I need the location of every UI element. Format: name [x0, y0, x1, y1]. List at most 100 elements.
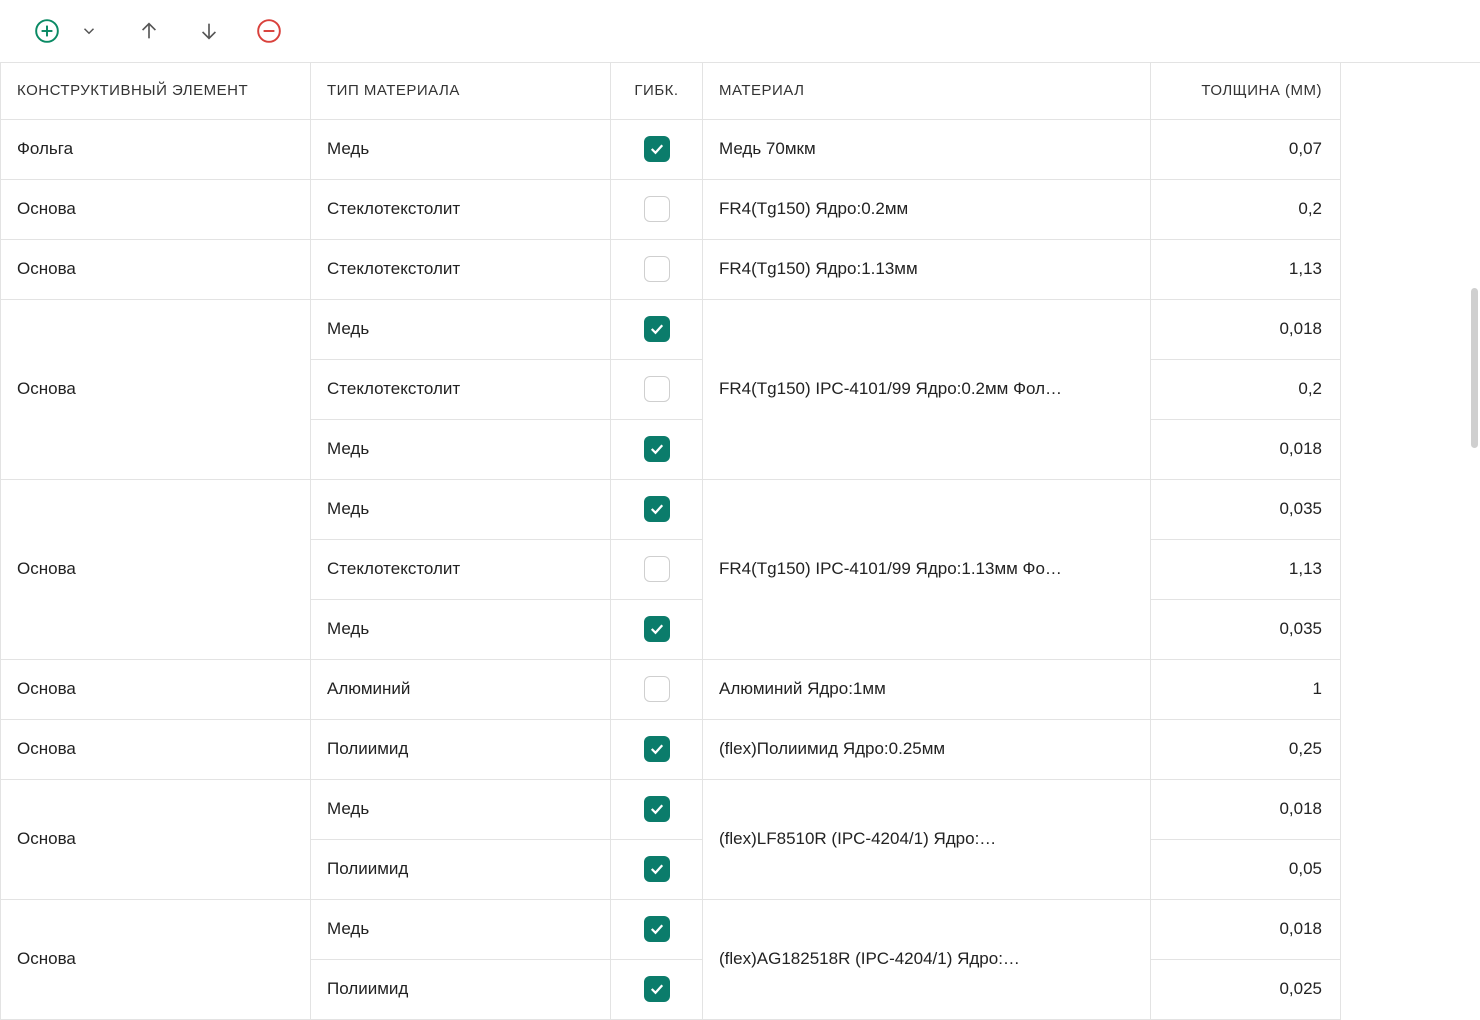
cell-material[interactable]: (flex)LF8510R (IPC-4204/1) Ядро:… — [703, 779, 1151, 899]
cell-type[interactable]: Медь — [311, 599, 611, 659]
cell-thickness[interactable]: 0,018 — [1151, 419, 1341, 479]
checkbox-unchecked-icon[interactable] — [644, 676, 670, 702]
cell-material[interactable]: FR4(Tg150) Ядро:0.2мм — [703, 179, 1151, 239]
cell-material[interactable]: (flex)Полиимид Ядро:0.25мм — [703, 719, 1151, 779]
scrollbar-thumb[interactable] — [1471, 288, 1478, 448]
cell-type[interactable]: Стеклотекстолит — [311, 359, 611, 419]
cell-flex[interactable] — [611, 239, 703, 299]
cell-thickness[interactable]: 0,2 — [1151, 359, 1341, 419]
checkbox-unchecked-icon[interactable] — [644, 376, 670, 402]
col-header-element[interactable]: КОНСТРУКТИВНЫЙ ЭЛЕМЕНТ — [1, 63, 311, 119]
cell-element[interactable]: Основа — [1, 659, 311, 719]
arrow-up-icon[interactable] — [134, 16, 164, 46]
cell-type[interactable]: Медь — [311, 419, 611, 479]
col-header-material[interactable]: МАТЕРИАЛ — [703, 63, 1151, 119]
table-row[interactable]: ФольгаМедь Медь 70мкм0,07 — [1, 119, 1341, 179]
checkbox-unchecked-icon[interactable] — [644, 196, 670, 222]
cell-thickness[interactable]: 0,2 — [1151, 179, 1341, 239]
checkbox-checked-icon[interactable] — [644, 316, 670, 342]
cell-thickness[interactable]: 0,018 — [1151, 899, 1341, 959]
table-row[interactable]: ОсноваМедь(flex)AG182518R (IPC-4204/1) Я… — [1, 899, 1341, 959]
cell-flex[interactable] — [611, 719, 703, 779]
cell-material[interactable]: FR4(Tg150) IPC-4101/99 Ядро:1.13мм Фо… — [703, 479, 1151, 659]
cell-element[interactable]: Основа — [1, 239, 311, 299]
cell-type[interactable]: Медь — [311, 779, 611, 839]
col-header-flex[interactable]: ГИБК. — [611, 63, 703, 119]
arrow-down-icon[interactable] — [194, 16, 224, 46]
cell-flex[interactable] — [611, 419, 703, 479]
cell-material[interactable]: Медь 70мкм — [703, 119, 1151, 179]
cell-type[interactable]: Полиимид — [311, 839, 611, 899]
cell-thickness[interactable]: 0,025 — [1151, 959, 1341, 1019]
cell-thickness[interactable]: 1 — [1151, 659, 1341, 719]
col-header-thickness[interactable]: ТОЛЩИНА (ММ) — [1151, 63, 1341, 119]
cell-flex[interactable] — [611, 479, 703, 539]
checkbox-checked-icon[interactable] — [644, 736, 670, 762]
cell-flex[interactable] — [611, 299, 703, 359]
cell-flex[interactable] — [611, 899, 703, 959]
cell-type[interactable]: Медь — [311, 899, 611, 959]
table-row[interactable]: ОсноваСтеклотекстолит FR4(Tg150) Ядро:1.1… — [1, 239, 1341, 299]
checkbox-checked-icon[interactable] — [644, 916, 670, 942]
checkbox-checked-icon[interactable] — [644, 796, 670, 822]
cell-thickness[interactable]: 0,25 — [1151, 719, 1341, 779]
cell-type[interactable]: Медь — [311, 299, 611, 359]
checkbox-unchecked-icon[interactable] — [644, 556, 670, 582]
cell-element[interactable]: Фольга — [1, 119, 311, 179]
cell-thickness[interactable]: 0,05 — [1151, 839, 1341, 899]
cell-flex[interactable] — [611, 179, 703, 239]
cell-thickness[interactable]: 0,035 — [1151, 479, 1341, 539]
cell-type[interactable]: Медь — [311, 479, 611, 539]
cell-thickness[interactable]: 1,13 — [1151, 239, 1341, 299]
cell-flex[interactable] — [611, 359, 703, 419]
chevron-down-icon[interactable] — [74, 16, 104, 46]
checkbox-checked-icon[interactable] — [644, 496, 670, 522]
checkbox-checked-icon[interactable] — [644, 616, 670, 642]
cell-type[interactable]: Стеклотекстолит — [311, 539, 611, 599]
checkbox-checked-icon[interactable] — [644, 436, 670, 462]
cell-type[interactable]: Стеклотекстолит — [311, 239, 611, 299]
add-icon[interactable] — [32, 16, 62, 46]
cell-flex[interactable] — [611, 959, 703, 1019]
cell-element[interactable]: Основа — [1, 899, 311, 1019]
cell-type[interactable]: Алюминий — [311, 659, 611, 719]
remove-icon[interactable] — [254, 16, 284, 46]
cell-flex[interactable] — [611, 599, 703, 659]
toolbar — [0, 0, 1480, 62]
cell-thickness[interactable]: 0,07 — [1151, 119, 1341, 179]
cell-flex[interactable] — [611, 119, 703, 179]
cell-element[interactable]: Основа — [1, 299, 311, 479]
cell-element[interactable]: Основа — [1, 719, 311, 779]
checkbox-checked-icon[interactable] — [644, 136, 670, 162]
cell-flex[interactable] — [611, 839, 703, 899]
cell-type[interactable]: Медь — [311, 119, 611, 179]
checkbox-checked-icon[interactable] — [644, 856, 670, 882]
table-row[interactable]: ОсноваМедь(flex)LF8510R (IPC-4204/1) Ядр… — [1, 779, 1341, 839]
cell-material[interactable]: Алюминий Ядро:1мм — [703, 659, 1151, 719]
table-row[interactable]: ОсноваМедьFR4(Tg150) IPC-4101/99 Ядро:1.… — [1, 479, 1341, 539]
cell-material[interactable]: (flex)AG182518R (IPC-4204/1) Ядро:… — [703, 899, 1151, 1019]
cell-type[interactable]: Стеклотекстолит — [311, 179, 611, 239]
checkbox-checked-icon[interactable] — [644, 976, 670, 1002]
cell-flex[interactable] — [611, 659, 703, 719]
cell-thickness[interactable]: 0,018 — [1151, 299, 1341, 359]
cell-type[interactable]: Полиимид — [311, 719, 611, 779]
materials-table: КОНСТРУКТИВНЫЙ ЭЛЕМЕНТ ТИП МАТЕРИАЛА ГИБ… — [0, 63, 1341, 1020]
cell-material[interactable]: FR4(Tg150) Ядро:1.13мм — [703, 239, 1151, 299]
cell-thickness[interactable]: 0,018 — [1151, 779, 1341, 839]
cell-element[interactable]: Основа — [1, 479, 311, 659]
checkbox-unchecked-icon[interactable] — [644, 256, 670, 282]
cell-material[interactable]: FR4(Tg150) IPC-4101/99 Ядро:0.2мм Фол… — [703, 299, 1151, 479]
cell-element[interactable]: Основа — [1, 779, 311, 899]
cell-flex[interactable] — [611, 779, 703, 839]
table-row[interactable]: ОсноваСтеклотекстолит FR4(Tg150) Ядро:0.2… — [1, 179, 1341, 239]
cell-thickness[interactable]: 1,13 — [1151, 539, 1341, 599]
col-header-type[interactable]: ТИП МАТЕРИАЛА — [311, 63, 611, 119]
cell-type[interactable]: Полиимид — [311, 959, 611, 1019]
cell-thickness[interactable]: 0,035 — [1151, 599, 1341, 659]
table-row[interactable]: ОсноваАлюминий Алюминий Ядро:1мм1 — [1, 659, 1341, 719]
table-row[interactable]: ОсноваМедьFR4(Tg150) IPC-4101/99 Ядро:0.… — [1, 299, 1341, 359]
cell-flex[interactable] — [611, 539, 703, 599]
cell-element[interactable]: Основа — [1, 179, 311, 239]
table-row[interactable]: ОсноваПолиимид (flex)Полиимид Ядро:0.25мм… — [1, 719, 1341, 779]
